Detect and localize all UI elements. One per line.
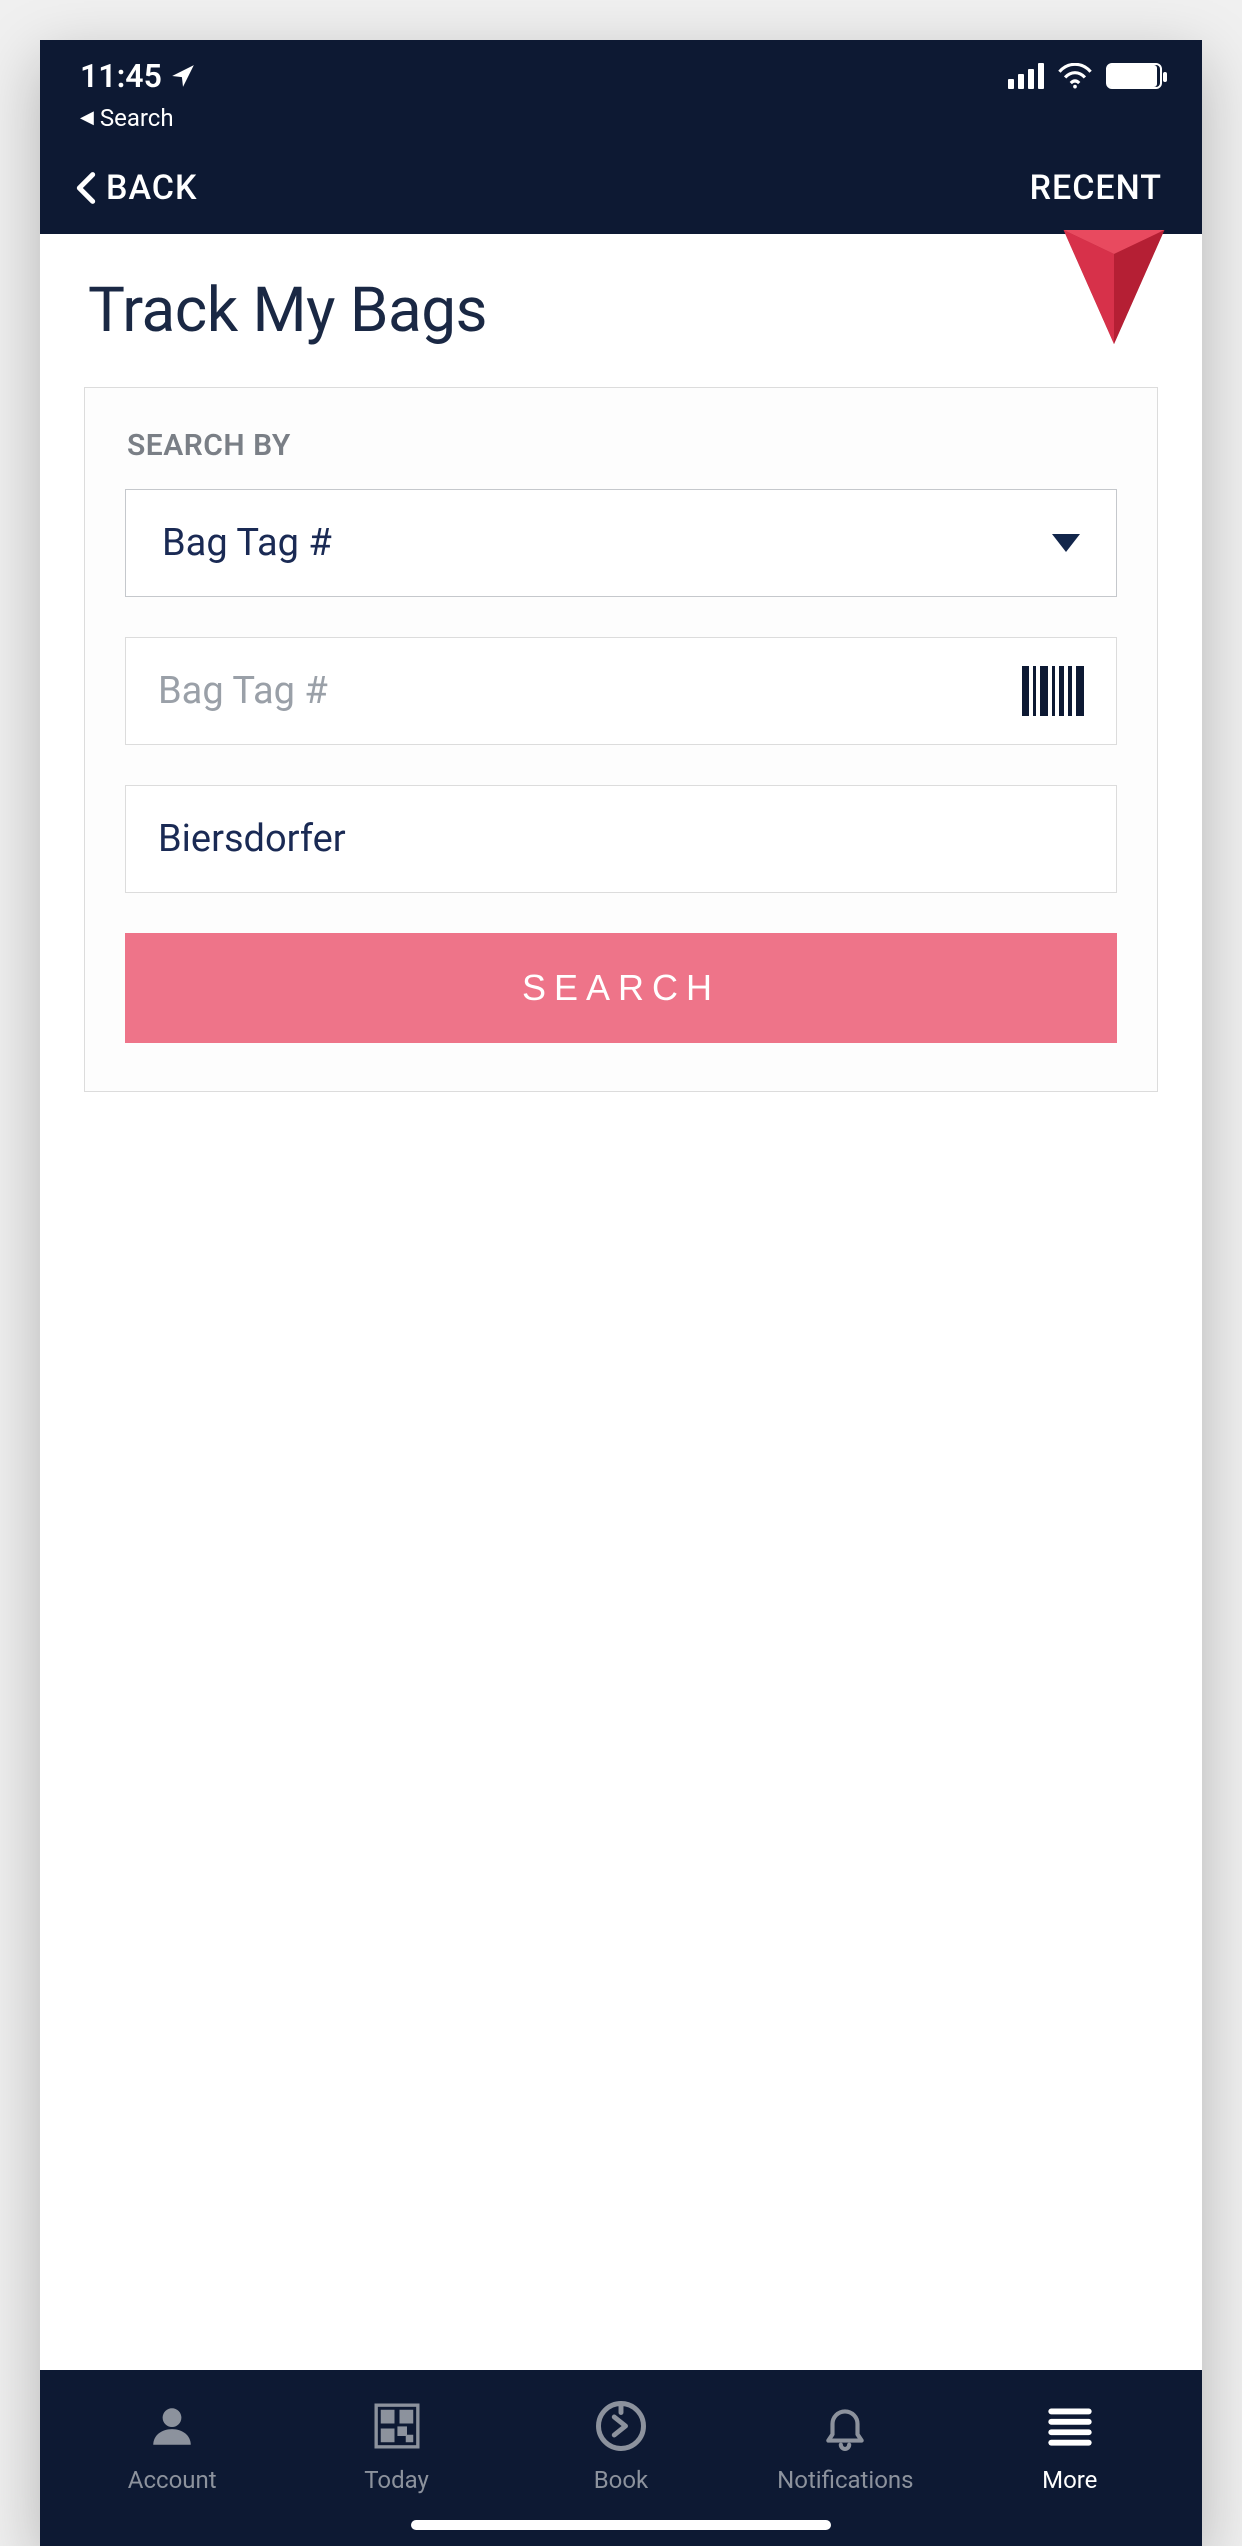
menu-icon <box>1042 2398 1098 2454</box>
search-card: SEARCH BY Bag Tag # SEARCH <box>84 387 1158 1092</box>
tab-notifications[interactable]: Notifications <box>733 2398 957 2494</box>
status-time: 11:45 <box>80 57 162 95</box>
account-icon <box>144 2398 200 2454</box>
app-screen: 11:45 ◀ Search BACK RECENT Track <box>40 40 1202 2546</box>
lastname-row <box>125 785 1117 893</box>
chevron-down-icon <box>1052 534 1080 552</box>
tab-label: Book <box>594 2466 649 2494</box>
tab-account[interactable]: Account <box>60 2398 284 2494</box>
triangle-left-icon: ◀ <box>80 107 94 128</box>
tab-label: Account <box>128 2466 217 2494</box>
book-icon <box>593 2398 649 2454</box>
battery-icon <box>1106 63 1162 89</box>
location-arrow-icon <box>170 63 196 89</box>
search-by-label: SEARCH BY <box>127 428 1117 463</box>
tab-label: Notifications <box>777 2466 913 2494</box>
dropdown-value: Bag Tag # <box>162 521 332 565</box>
status-bar: 11:45 <box>40 40 1202 100</box>
tab-bar: Account Today Book Notifications <box>40 2370 1202 2546</box>
tab-more[interactable]: More <box>958 2398 1182 2494</box>
breadcrumb-back[interactable]: ◀ Search <box>40 100 1202 140</box>
tab-label: More <box>1042 2466 1097 2494</box>
tab-today[interactable]: Today <box>284 2398 508 2494</box>
qr-icon <box>369 2398 425 2454</box>
back-button[interactable]: BACK <box>76 168 197 208</box>
recent-button[interactable]: RECENT <box>1030 168 1162 208</box>
home-indicator[interactable] <box>411 2520 831 2530</box>
recent-label: RECENT <box>1030 168 1162 208</box>
cellular-signal-icon <box>1008 63 1044 89</box>
back-label: BACK <box>106 168 197 208</box>
bag-tag-row <box>125 637 1117 745</box>
page-title: Track My Bags <box>88 274 487 347</box>
wifi-icon <box>1058 63 1092 89</box>
chevron-left-icon <box>76 171 96 205</box>
header-area: 11:45 ◀ Search BACK RECENT <box>40 40 1202 234</box>
title-area: Track My Bags <box>40 234 1202 387</box>
delta-logo-icon <box>1054 230 1174 350</box>
search-by-dropdown[interactable]: Bag Tag # <box>125 489 1117 597</box>
tab-label: Today <box>364 2466 429 2494</box>
search-button-label: SEARCH <box>522 967 720 1009</box>
tab-book[interactable]: Book <box>509 2398 733 2494</box>
search-button[interactable]: SEARCH <box>125 933 1117 1043</box>
bag-tag-input[interactable] <box>158 669 1002 713</box>
breadcrumb-label: Search <box>100 104 174 132</box>
barcode-scan-icon[interactable] <box>1022 666 1084 716</box>
bell-icon <box>817 2398 873 2454</box>
lastname-input[interactable] <box>158 817 1084 861</box>
nav-bar: BACK RECENT <box>40 140 1202 234</box>
main-content: Track My Bags SEARCH BY Bag Tag # <box>40 234 1202 2370</box>
